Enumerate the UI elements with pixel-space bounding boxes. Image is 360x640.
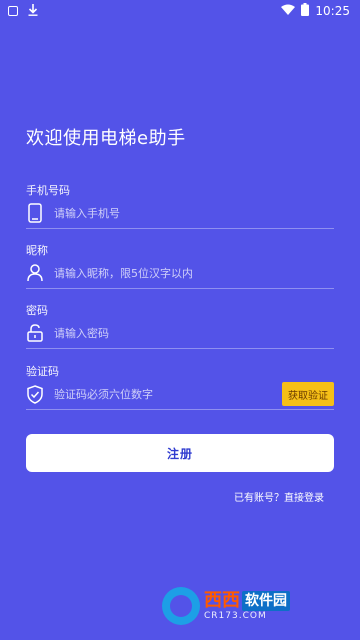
code-label: 验证码: [26, 365, 59, 378]
nickname-field-group: 昵称: [26, 242, 334, 289]
watermark-logo: 西西 软件园 CR173.COM: [162, 586, 340, 626]
nickname-underline: [26, 288, 334, 289]
status-time: 10:25: [315, 4, 350, 18]
phone-underline: [26, 228, 334, 229]
download-icon: [28, 4, 38, 18]
password-input[interactable]: [54, 322, 334, 344]
lock-icon: [26, 322, 44, 344]
phone-label: 手机号码: [26, 184, 70, 197]
login-link[interactable]: 已有账号？直接登录: [234, 489, 324, 504]
code-field-group: 验证码 获取验证: [26, 363, 334, 410]
watermark-brand-part2: 软件园: [242, 591, 290, 611]
status-bar: 10:25: [0, 0, 360, 24]
battery-icon: [301, 3, 310, 19]
password-label: 密码: [26, 304, 48, 317]
watermark-domain: CR173.COM: [204, 611, 267, 621]
watermark-brand-part1: 西西: [204, 590, 240, 611]
page-title: 欢迎使用电梯e助手: [26, 128, 186, 149]
phone-input[interactable]: [54, 202, 334, 224]
phone-icon: [26, 202, 44, 224]
register-button[interactable]: 注册: [26, 434, 334, 472]
user-icon: [26, 262, 44, 284]
phone-field-group: 手机号码: [26, 182, 334, 229]
password-field-group: 密码: [26, 302, 334, 349]
nickname-input[interactable]: [54, 262, 334, 284]
watermark-circle-icon: [162, 587, 200, 625]
get-code-button[interactable]: 获取验证: [282, 382, 334, 406]
nickname-label: 昵称: [26, 244, 48, 257]
notification-square-icon: [8, 6, 18, 16]
code-underline: [26, 409, 334, 410]
password-underline: [26, 348, 334, 349]
wifi-icon: [281, 4, 296, 18]
shield-check-icon: [26, 383, 44, 405]
